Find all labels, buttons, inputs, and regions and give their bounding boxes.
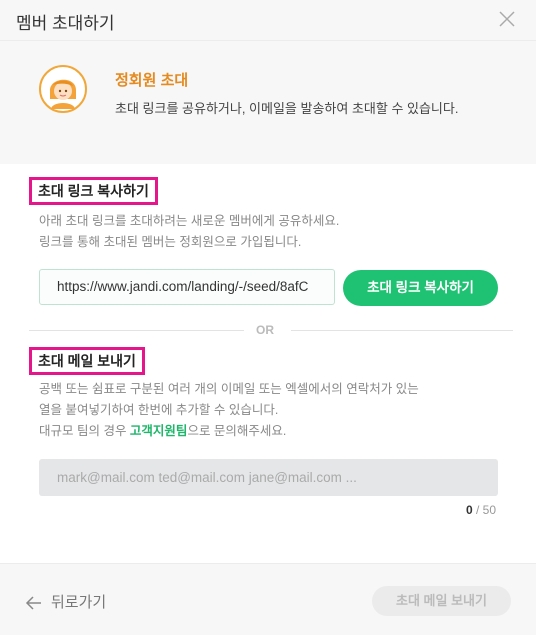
modal-title: 멤버 초대하기 [16, 14, 115, 33]
email-counter: 0 / 50 [466, 503, 496, 517]
send-invite-button[interactable]: 초대 메일 보내기 [372, 586, 511, 616]
close-icon[interactable] [498, 10, 516, 28]
intro-description: 초대 링크를 공유하거나, 이메일을 발송하여 초대할 수 있습니다. [115, 101, 459, 116]
intro-title: 정회원 초대 [115, 72, 189, 89]
link-section-title: 초대 링크 복사하기 [29, 177, 158, 205]
invite-link-field[interactable]: https://www.jandi.com/landing/-/seed/8af… [39, 269, 335, 305]
email-desc-line-3: 대규모 팀의 경우 고객지원팀으로 문의해주세요. [39, 421, 509, 442]
link-section-description: 아래 초대 링크를 초대하려는 새로운 멤버에게 공유하세요. 링크를 통해 초… [39, 211, 509, 253]
email-count-max: / 50 [472, 503, 496, 517]
email-input[interactable] [39, 459, 498, 496]
email-desc-suffix: 으로 문의해주세요. [187, 424, 287, 438]
support-team-link[interactable]: 고객지원팀 [130, 424, 188, 438]
modal-header: 멤버 초대하기 [0, 0, 536, 40]
email-section-description: 공백 또는 쉼표로 구분된 여러 개의 이메일 또는 엑셀에서의 연락처가 있는… [39, 379, 509, 442]
modal-footer: 뒤로가기 초대 메일 보내기 [0, 563, 536, 635]
divider-right [291, 330, 513, 331]
email-desc-prefix: 대규모 팀의 경우 [39, 424, 130, 438]
link-desc-line-1: 아래 초대 링크를 초대하려는 새로운 멤버에게 공유하세요. [39, 214, 340, 228]
link-desc-line-2: 링크를 통해 초대된 멤버는 정회원으로 가입됩니다. [39, 235, 302, 249]
email-desc-line-2: 열을 붙여넣기하여 한번에 추가할 수 있습니다. [39, 403, 279, 417]
intro-panel: 정회원 초대 초대 링크를 공유하거나, 이메일을 발송하여 초대할 수 있습니… [0, 40, 536, 164]
arrow-left-icon [25, 596, 41, 610]
email-desc-line-1: 공백 또는 쉼표로 구분된 여러 개의 이메일 또는 엑셀에서의 연락처가 있는 [39, 382, 419, 396]
email-count-current: 0 [465, 503, 473, 517]
back-button[interactable]: 뒤로가기 [25, 591, 106, 612]
divider-left [29, 330, 244, 331]
or-divider-label: OR [256, 323, 274, 337]
copy-link-button[interactable]: 초대 링크 복사하기 [343, 270, 498, 306]
avatar-icon [39, 65, 87, 113]
back-label: 뒤로가기 [51, 594, 107, 611]
email-section-title: 초대 메일 보내기 [29, 347, 145, 375]
